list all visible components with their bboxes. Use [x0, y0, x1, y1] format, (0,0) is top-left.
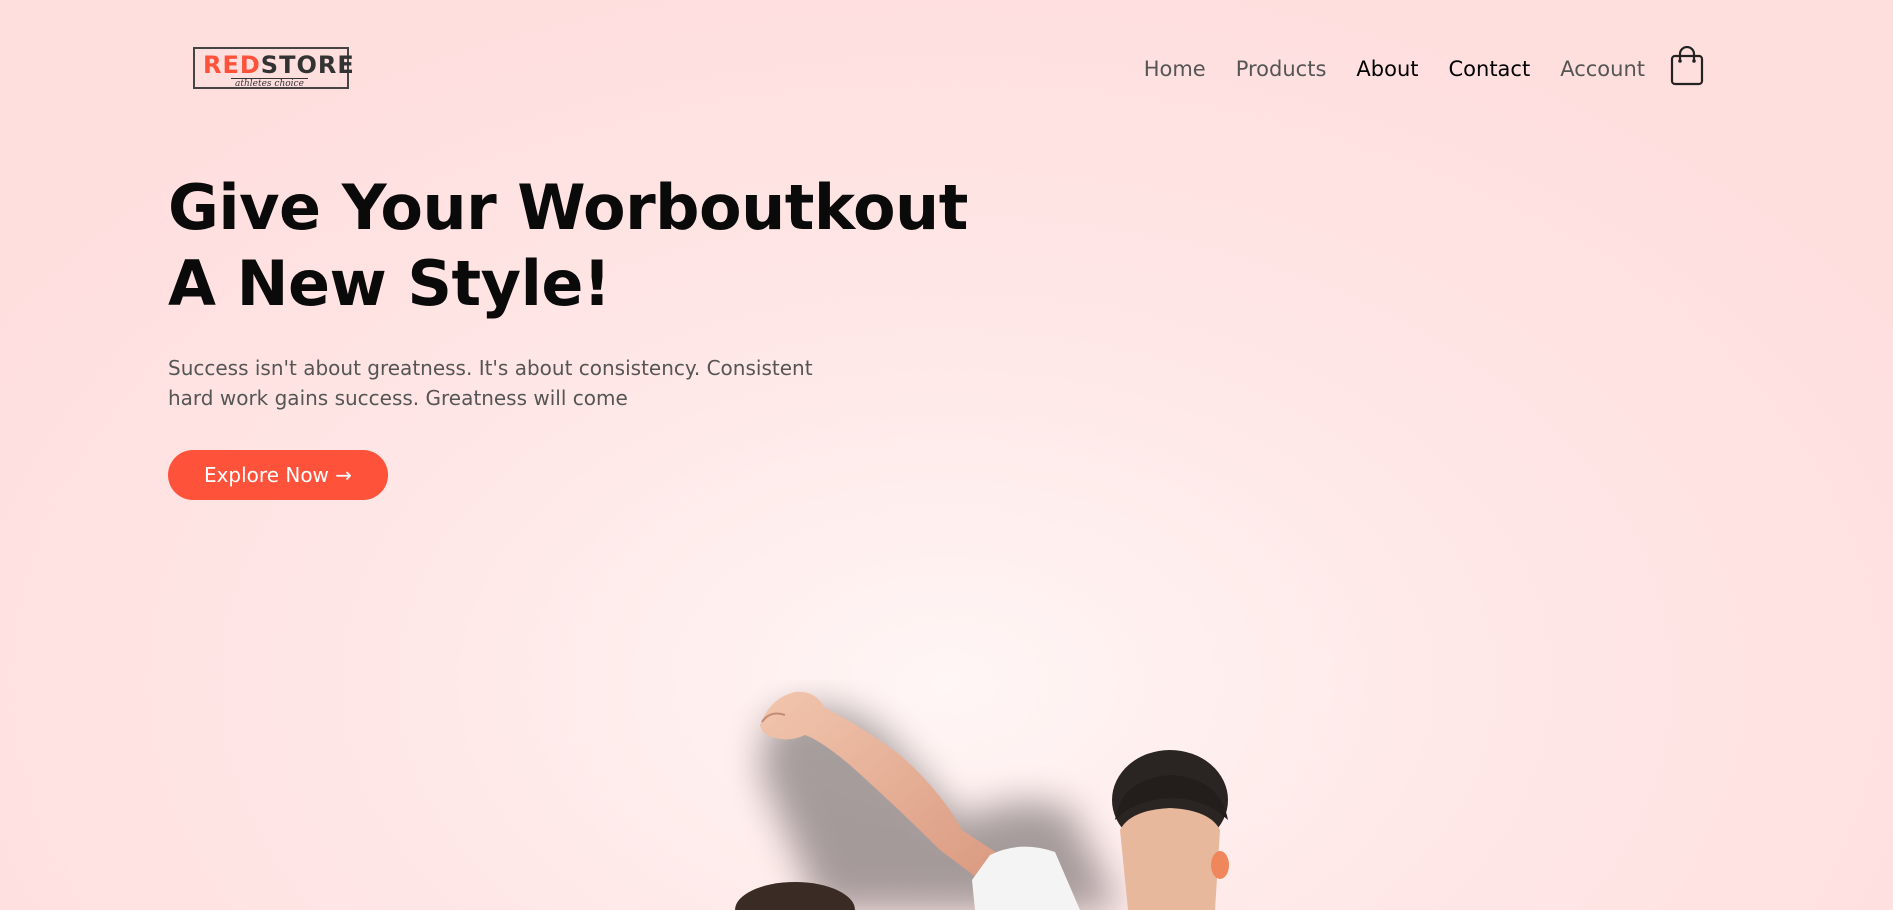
hero-title: Give Your Worboutkout A New Style!	[168, 170, 988, 322]
logo-red-part: RED	[203, 51, 261, 79]
logo-store-part: STORE	[260, 51, 355, 79]
main-nav: Home Products About Contact Account	[1114, 54, 1645, 84]
hero-description: Success isn't about greatness. It's abou…	[168, 353, 848, 413]
shopping-bag-icon[interactable]	[1670, 45, 1704, 86]
hero-title-line1: Give Your Worboutkout	[168, 171, 968, 244]
nav-products[interactable]: Products	[1236, 54, 1327, 84]
hero-text-line2: hard work gains success. Greatness will …	[168, 386, 628, 410]
navbar: REDSTORE athletes choice Home Products A…	[0, 0, 1893, 140]
redstore-logo[interactable]: REDSTORE athletes choice	[193, 47, 354, 89]
man-flexing-arm-photo	[700, 680, 1320, 910]
hero-title-line2: A New Style!	[168, 247, 611, 320]
nav-about[interactable]: About	[1356, 54, 1418, 84]
logo-tagline: athletes choice	[231, 78, 308, 89]
explore-now-button[interactable]: Explore Now →	[168, 450, 388, 500]
nav-contact[interactable]: Contact	[1449, 54, 1531, 84]
logo-wordmark: REDSTORE	[203, 51, 355, 79]
hero-text-line1: Success isn't about greatness. It's abou…	[168, 356, 813, 380]
nav-account[interactable]: Account	[1560, 54, 1645, 84]
nav-home[interactable]: Home	[1144, 54, 1206, 84]
